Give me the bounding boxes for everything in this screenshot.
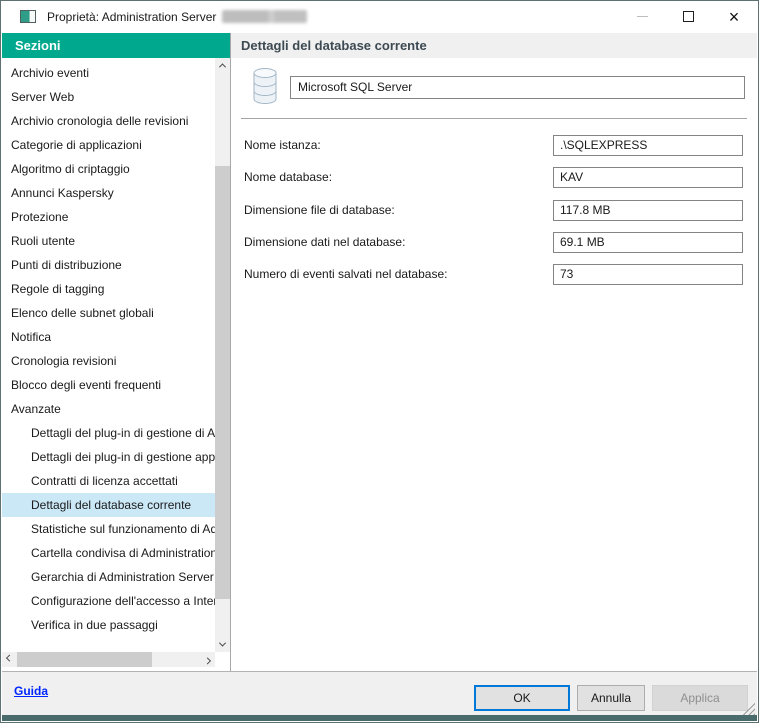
sidebar-item[interactable]: Dettagli dei plug-in di gestione applica…	[2, 445, 215, 469]
field-value-box[interactable]: KAV	[553, 167, 743, 188]
vertical-scrollbar-thumb[interactable]	[215, 166, 230, 599]
field-row: Nome database: KAV	[231, 167, 759, 188]
maximize-button[interactable]	[665, 1, 711, 32]
close-icon: ×	[729, 8, 740, 26]
horizontal-scrollbar-thumb[interactable]	[17, 652, 152, 667]
sidebar-item[interactable]: Ruoli utente	[2, 229, 215, 253]
sidebar-item-selected[interactable]: Dettagli del database corrente	[2, 493, 215, 517]
sidebar-item[interactable]: Archivio eventi	[2, 61, 215, 85]
sidebar-item[interactable]: Archivio cronologia delle revisioni	[2, 109, 215, 133]
redacted-server-name	[222, 10, 307, 23]
title-bar: Proprietà: Administration Server ×	[2, 1, 757, 32]
app-icon	[20, 10, 36, 23]
horizontal-scrollbar[interactable]	[2, 652, 215, 667]
database-type-field[interactable]: Microsoft SQL Server	[290, 76, 745, 99]
annulla-button[interactable]: Annulla	[577, 685, 645, 711]
dialog-buttons: OK Annulla Applica	[474, 685, 748, 711]
chevron-right-icon	[204, 657, 211, 664]
close-button[interactable]: ×	[711, 1, 757, 32]
chevron-left-icon	[6, 655, 13, 662]
sidebar-item[interactable]: Elenco delle subnet globali	[2, 301, 215, 325]
scroll-down-button[interactable]	[215, 637, 230, 652]
sidebar-item[interactable]: Regole di tagging	[2, 277, 215, 301]
properties-dialog: Proprietà: Administration Server × Sezio…	[0, 0, 759, 723]
sidebar-item[interactable]: Categorie di applicazioni	[2, 133, 215, 157]
sections-list: Archivio eventiServer WebArchivio cronol…	[2, 58, 215, 652]
field-label: Nome istanza:	[244, 135, 321, 156]
chevron-down-icon	[219, 640, 226, 647]
field-value-box[interactable]: .\SQLEXPRESS	[553, 135, 743, 156]
field-label: Dimensione file di database:	[244, 200, 395, 221]
sidebar-item[interactable]: Annunci Kaspersky	[2, 181, 215, 205]
window-controls: ×	[619, 1, 757, 32]
sidebar-item[interactable]: Punti di distribuzione	[2, 253, 215, 277]
field-row: Numero di eventi salvati nel database: 73	[231, 264, 759, 285]
vertical-scrollbar[interactable]	[215, 58, 230, 652]
database-icon	[251, 68, 279, 104]
applica-button: Applica	[652, 685, 748, 711]
minimize-icon	[637, 16, 648, 17]
sidebar-item[interactable]: Contratti di licenza accettati	[2, 469, 215, 493]
sidebar-item[interactable]: Server Web	[2, 85, 215, 109]
field-row: Dimensione dati nel database: 69.1 MB	[231, 232, 759, 253]
field-value-box[interactable]: 69.1 MB	[553, 232, 743, 253]
footer: Guida OK Annulla Applica	[2, 671, 757, 717]
field-label: Nome database:	[244, 167, 332, 188]
field-value-box[interactable]: 73	[553, 264, 743, 285]
sidebar-item[interactable]: Statistiche sul funzionamento di Adminis	[2, 517, 215, 541]
chevron-up-icon	[219, 63, 226, 70]
field-row: Dimensione file di database: 117.8 MB	[231, 200, 759, 221]
field-row: Nome istanza: .\SQLEXPRESS	[231, 135, 759, 156]
maximize-icon	[683, 11, 694, 22]
sidebar-item[interactable]: Cartella condivisa di Administration Ser…	[2, 541, 215, 565]
sidebar-item[interactable]: Cronologia revisioni	[2, 349, 215, 373]
scroll-left-button[interactable]	[2, 652, 17, 667]
sidebar-item[interactable]: Dettagli del plug-in di gestione di Admi…	[2, 421, 215, 445]
sections-header: Sezioni	[2, 33, 230, 58]
sidebar-item[interactable]: Notifica	[2, 325, 215, 349]
scroll-up-button[interactable]	[215, 58, 230, 73]
help-link[interactable]: Guida	[14, 684, 48, 698]
resize-grip-icon[interactable]	[743, 703, 755, 715]
sidebar-item[interactable]: Blocco degli eventi frequenti	[2, 373, 215, 397]
sidebar: Archivio eventiServer WebArchivio cronol…	[2, 58, 230, 671]
field-value-box[interactable]: 117.8 MB	[553, 200, 743, 221]
window-title: Proprietà: Administration Server	[47, 10, 216, 24]
page-title: Dettagli del database corrente	[231, 33, 757, 58]
scroll-right-button[interactable]	[200, 652, 215, 667]
separator	[241, 118, 747, 119]
ok-button[interactable]: OK	[474, 685, 570, 711]
minimize-button[interactable]	[619, 1, 665, 32]
field-label: Numero di eventi salvati nel database:	[244, 264, 447, 285]
sidebar-item[interactable]: Verifica in due passaggi	[2, 613, 215, 637]
sidebar-item[interactable]: Gerarchia di Administration Server	[2, 565, 215, 589]
sidebar-item[interactable]: Protezione	[2, 205, 215, 229]
field-label: Dimensione dati nel database:	[244, 232, 405, 253]
sidebar-item[interactable]: Configurazione dell'accesso a Internet	[2, 589, 215, 613]
window-frame-band	[2, 715, 757, 721]
sidebar-item[interactable]: Avanzate	[2, 397, 215, 421]
content-panel: Microsoft SQL Server Nome istanza: .\SQLE…	[231, 58, 759, 671]
sidebar-item[interactable]: Algoritmo di criptaggio	[2, 157, 215, 181]
